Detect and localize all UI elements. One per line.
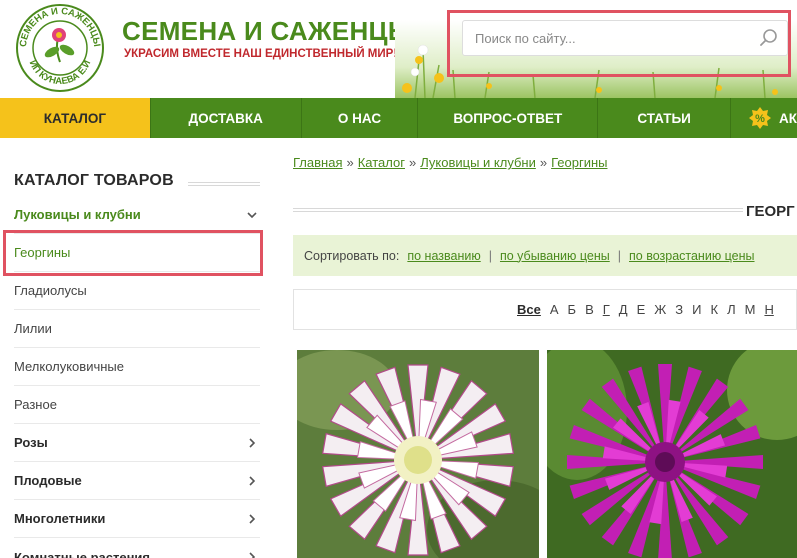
sidebar-item-label: Комнатные растения	[14, 549, 150, 558]
sidebar-item-misc[interactable]: Разное	[14, 386, 260, 424]
svg-text:%: %	[755, 113, 765, 125]
alphabet-letter[interactable]: Д	[619, 302, 628, 317]
chevron-right-icon[interactable]	[246, 513, 258, 525]
sort-divider: |	[617, 248, 621, 263]
alphabet-letter[interactable]: Г	[603, 302, 610, 317]
nav-item-faq[interactable]: ВОПРОС-ОТВЕТ	[418, 98, 599, 138]
alphabet-all[interactable]: Все	[517, 302, 541, 317]
sort-divider: |	[488, 248, 492, 263]
sort-by-price-desc-link[interactable]: по убыванию цены	[500, 249, 610, 263]
sort-by-price-asc-link[interactable]: по возрастанию цены	[629, 249, 755, 263]
sidebar-item-houseplants[interactable]: Комнатные растения	[14, 538, 260, 558]
page-title-divider	[293, 208, 743, 212]
breadcrumb-bulbs[interactable]: Луковицы и клубни	[420, 155, 536, 170]
alphabet-letter[interactable]: Ж	[654, 302, 666, 317]
sidebar-item-roses[interactable]: Розы	[14, 424, 260, 462]
main-nav: КАТАЛОГ ДОСТАВКА О НАС ВОПРОС-ОТВЕТ СТАТ…	[0, 98, 797, 138]
alphabet-letter[interactable]: В	[585, 302, 594, 317]
nav-item-articles[interactable]: СТАТЬИ	[598, 98, 731, 138]
nav-item-about[interactable]: О НАС	[302, 98, 419, 138]
product-image-pink-dahlia[interactable]	[547, 350, 797, 558]
sidebar-title-divider	[188, 182, 260, 186]
sort-bar: Сортировать по: по названию | по убывани…	[293, 235, 797, 276]
sidebar-item-label: Розы	[14, 435, 48, 450]
sidebar-item-label: Луковицы и клубни	[14, 207, 141, 222]
nav-item-sale-label: АК	[779, 110, 797, 126]
sidebar-item-label: Лилии	[14, 321, 52, 336]
nav-item-delivery[interactable]: ДОСТАВКА	[151, 98, 302, 138]
site-slogan: УКРАСИМ ВМЕСТЕ НАШ ЕДИНСТВЕННЫЙ МИР!	[124, 48, 398, 60]
sidebar-item-lilies[interactable]: Лилии	[14, 310, 260, 348]
alphabet-filter: Все А Б В Г Д Е Ж З И К Л М Н	[293, 289, 797, 330]
breadcrumb-separator: »	[539, 155, 548, 170]
sidebar-item-label: Многолетники	[14, 511, 106, 526]
chevron-right-icon[interactable]	[246, 475, 258, 487]
breadcrumb-catalog[interactable]: Каталог	[358, 155, 405, 170]
sidebar-item-label: Мелколуковичные	[14, 359, 124, 374]
chevron-down-icon[interactable]	[246, 209, 258, 221]
logo-icon[interactable]: СЕМЕНА И САЖЕНЦЫ ИП КУНАЕВА Е.И	[12, 2, 108, 94]
breadcrumb-home[interactable]: Главная	[293, 155, 342, 170]
nav-item-catalog[interactable]: КАТАЛОГ	[0, 98, 151, 138]
alphabet-letter[interactable]: М	[745, 302, 756, 317]
page-title: ГЕОРГ	[746, 203, 795, 220]
chevron-right-icon[interactable]	[246, 551, 258, 558]
catalog-sidebar: КАТАЛОГ ТОВАРОВ Луковицы и клубни Георги…	[0, 138, 263, 558]
alphabet-letter[interactable]: Л	[727, 302, 736, 317]
product-image-white-dahlia[interactable]	[297, 350, 539, 558]
sidebar-title: КАТАЛОГ ТОВАРОВ	[14, 172, 174, 189]
sidebar-item-small-bulbs[interactable]: Мелколуковичные	[14, 348, 260, 386]
sidebar-item-fruit[interactable]: Плодовые	[14, 462, 260, 500]
sort-by-name-link[interactable]: по названию	[407, 249, 480, 263]
sidebar-item-label: Плодовые	[14, 473, 82, 488]
sidebar-item-bulbs[interactable]: Луковицы и клубни	[14, 196, 260, 234]
alphabet-letter[interactable]: З	[675, 302, 683, 317]
search-highlight-frame	[447, 10, 791, 77]
alphabet-letter[interactable]: Е	[637, 302, 646, 317]
breadcrumb-separator: »	[408, 155, 417, 170]
sale-badge-icon: %	[749, 107, 771, 129]
svg-text:ИП КУНАЕВА Е.И: ИП КУНАЕВА Е.И	[27, 59, 94, 88]
site-header: СЕМЕНА И САЖЕНЦЫ ИП КУНАЕВА Е.И СЕМЕНА И…	[0, 0, 797, 98]
chevron-right-icon[interactable]	[246, 437, 258, 449]
logo-text-bottom: ИП КУНАЕВА Е.И	[27, 59, 94, 88]
breadcrumb-separator: »	[346, 155, 354, 170]
sort-label: Сортировать по:	[304, 248, 400, 263]
sidebar-item-perennials[interactable]: Многолетники	[14, 500, 260, 538]
sidebar-item-label: Гладиолусы	[14, 283, 87, 298]
breadcrumb-dahlias[interactable]: Георгины	[551, 155, 607, 170]
alphabet-letter[interactable]: А	[550, 302, 559, 317]
sidebar-item-gladiolus[interactable]: Гладиолусы	[14, 272, 260, 310]
alphabet-letter[interactable]: Н	[764, 302, 773, 317]
nav-item-sale[interactable]: % АК	[731, 98, 797, 138]
alphabet-letter[interactable]: К	[710, 302, 718, 317]
alphabet-letter[interactable]: И	[692, 302, 701, 317]
sidebar-item-label: Разное	[14, 397, 57, 412]
breadcrumb: Главная» Каталог» Луковицы и клубни» Георги…	[293, 155, 607, 170]
alphabet-letter[interactable]: Б	[568, 302, 577, 317]
sidebar-highlight-frame	[3, 230, 263, 276]
site-title[interactable]: СЕМЕНА И САЖЕНЦЫ	[122, 16, 414, 47]
